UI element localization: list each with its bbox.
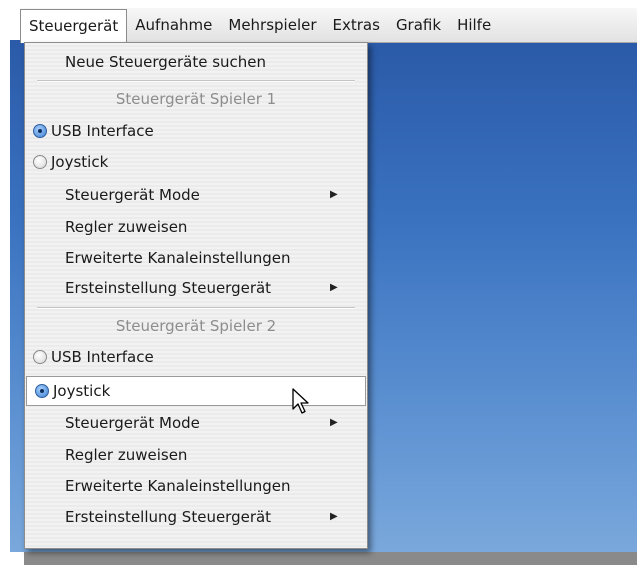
- menu-item-p2-initial-setup[interactable]: Ersteinstellung Steuergerät ▶: [25, 502, 367, 532]
- menu-item-p1-advanced-channels[interactable]: Erweiterte Kanaleinstellungen: [25, 243, 367, 273]
- radio-unselected-icon: [33, 350, 47, 364]
- menu-item-label: Ersteinstellung Steuergerät: [65, 279, 272, 297]
- submenu-arrow-icon: ▶: [330, 282, 338, 293]
- menu-steuergeraet[interactable]: Steuergerät: [20, 9, 128, 43]
- radio-unselected-icon: [33, 155, 47, 169]
- window-bottom-edge: [24, 552, 637, 565]
- submenu-arrow-icon: ▶: [330, 417, 338, 428]
- menu-extras[interactable]: Extras: [325, 10, 388, 40]
- menu-item-p1-controller-mode[interactable]: Steuergerät Mode ▶: [25, 180, 367, 210]
- menu-item-label: USB Interface: [51, 348, 154, 366]
- mouse-pointer-icon: [292, 388, 309, 414]
- menu-item-label: Joystick: [53, 382, 111, 400]
- submenu-arrow-icon: ▶: [330, 511, 338, 522]
- menu-item-search-controllers[interactable]: Neue Steuergeräte suchen: [25, 47, 367, 77]
- radio-selected-icon: [33, 124, 47, 138]
- menu-item-label: Neue Steuergeräte suchen: [65, 53, 267, 71]
- menu-item-label: Ersteinstellung Steuergerät: [65, 508, 272, 526]
- menu-aufnahme[interactable]: Aufnahme: [127, 10, 220, 40]
- submenu-arrow-icon: ▶: [330, 189, 338, 200]
- menu-item-label: Steuergerät Mode: [65, 414, 200, 432]
- menu-hilfe[interactable]: Hilfe: [449, 10, 499, 40]
- menu-item-p2-advanced-channels[interactable]: Erweiterte Kanaleinstellungen: [25, 471, 367, 501]
- section-header-label: Steuergerät Spieler 2: [115, 317, 277, 335]
- menu-grafik[interactable]: Grafik: [388, 10, 449, 40]
- menu-item-p2-controller-mode[interactable]: Steuergerät Mode ▶: [25, 408, 367, 438]
- menu-item-p1-usb-interface[interactable]: USB Interface: [25, 116, 367, 146]
- menu-separator: [37, 80, 355, 82]
- menu-item-label: Regler zuweisen: [65, 446, 188, 464]
- menu-item-p1-initial-setup[interactable]: Ersteinstellung Steuergerät ▶: [25, 273, 367, 303]
- menu-item-p1-joystick[interactable]: Joystick: [25, 147, 367, 177]
- menu-item-label: Erweiterte Kanaleinstellungen: [65, 249, 291, 267]
- section-header-player1: Steuergerät Spieler 1: [25, 84, 367, 114]
- menu-item-label: USB Interface: [51, 122, 154, 140]
- menu-mehrspieler[interactable]: Mehrspieler: [220, 10, 324, 40]
- menu-item-p2-joystick[interactable]: Joystick: [26, 376, 366, 406]
- section-header-player2: Steuergerät Spieler 2: [25, 311, 367, 341]
- menu-separator: [37, 307, 355, 309]
- menu-item-label: Erweiterte Kanaleinstellungen: [65, 477, 291, 495]
- menu-bar: Steuergerät Aufnahme Mehrspieler Extras …: [20, 8, 637, 43]
- radio-selected-icon: [35, 384, 49, 398]
- menu-item-p2-assign-controls[interactable]: Regler zuweisen: [25, 440, 367, 470]
- menu-item-label: Joystick: [51, 153, 109, 171]
- menu-item-p1-assign-controls[interactable]: Regler zuweisen: [25, 212, 367, 242]
- section-header-label: Steuergerät Spieler 1: [115, 90, 277, 108]
- menu-item-p2-usb-interface[interactable]: USB Interface: [25, 342, 367, 372]
- menu-item-label: Steuergerät Mode: [65, 186, 200, 204]
- steuergeraet-dropdown-menu: Neue Steuergeräte suchen Steuergerät Spi…: [24, 42, 368, 549]
- menu-item-label: Regler zuweisen: [65, 218, 188, 236]
